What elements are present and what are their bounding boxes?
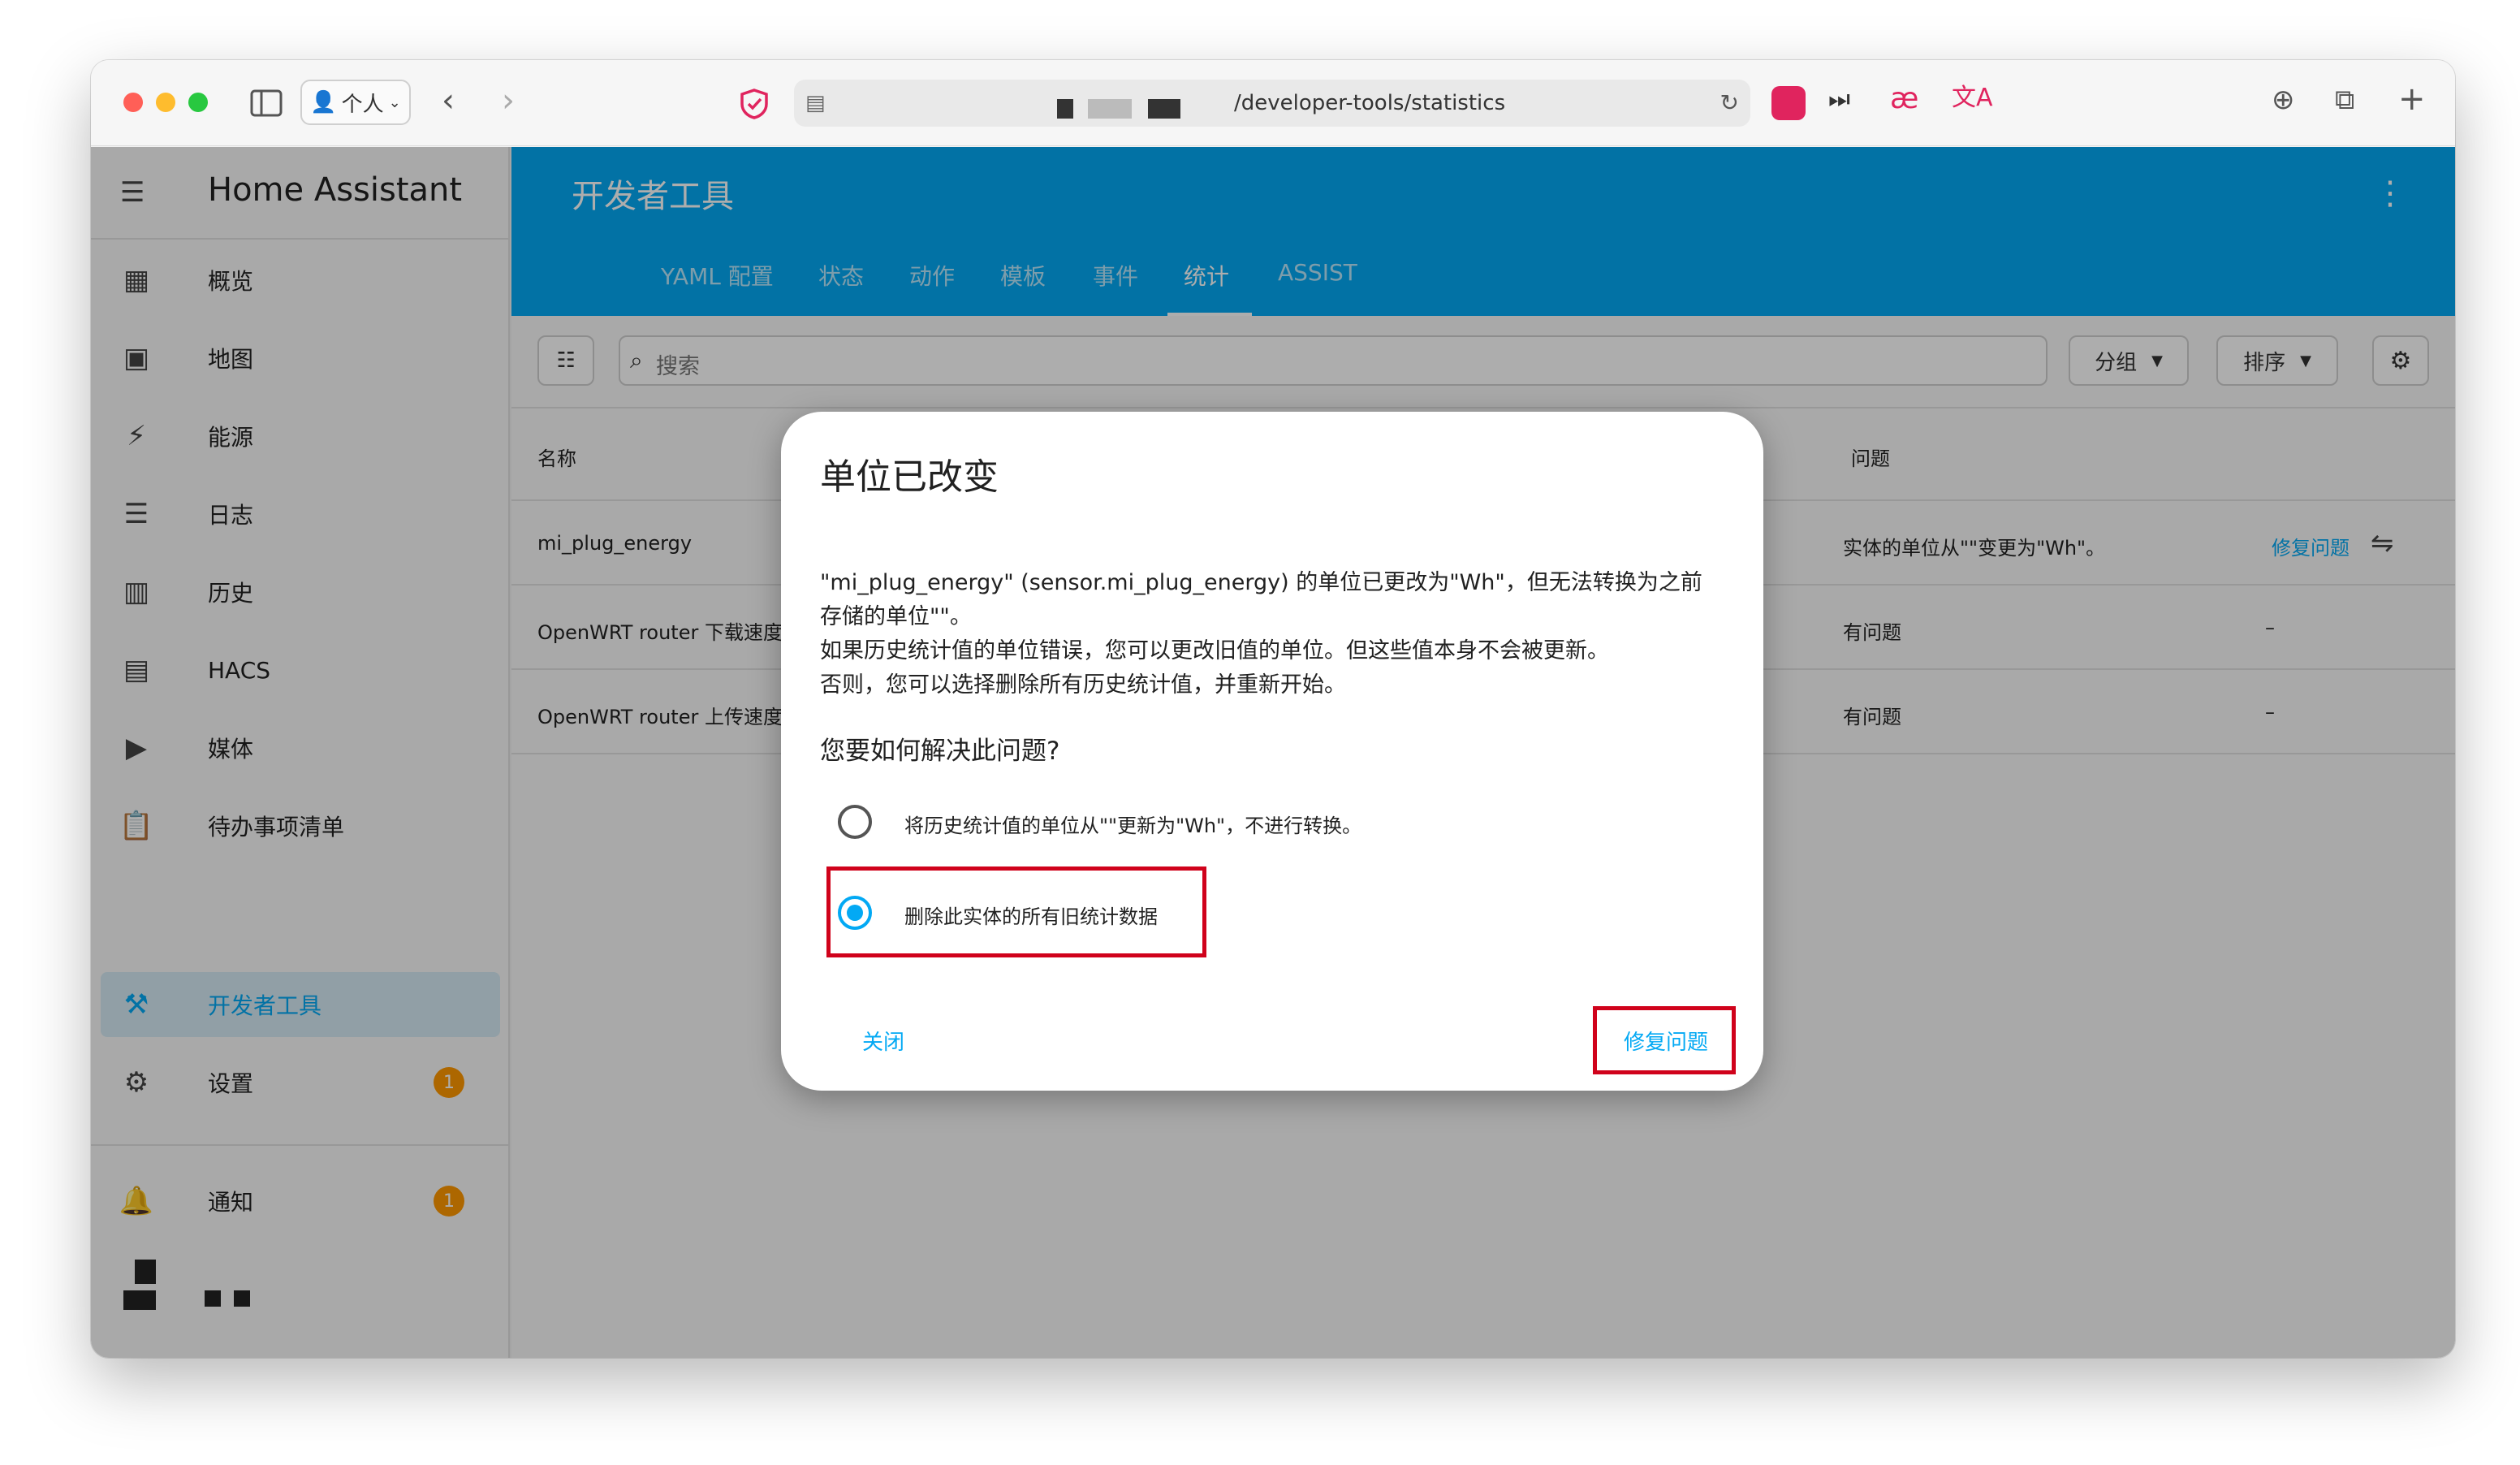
url-text: /developer-tools/statistics <box>1234 91 1506 115</box>
option-delete-statistics-radio[interactable] <box>838 896 872 930</box>
dialog-text-line: 如果历史统计值的单位错误，您可以更改旧值的单位。但这些值本身不会被更新。 <box>820 638 1609 663</box>
reload-icon[interactable]: ↻ <box>1720 89 1739 116</box>
dialog-question: 您要如何解决此问题? <box>820 737 1060 766</box>
redacted-block <box>1148 99 1180 119</box>
option-update-unit-radio[interactable] <box>838 805 872 839</box>
sidebar-toggle-icon[interactable] <box>250 89 283 121</box>
browser-toolbar: 👤 个人 ⌄ ‹ › ▤ /developer-tools/statistics… <box>91 60 2455 146</box>
translate-icon[interactable]: 文A <box>1952 86 1993 110</box>
close-button[interactable]: 关闭 <box>862 1026 904 1056</box>
fix-issue-button[interactable]: 修复问题 <box>1624 1026 1708 1056</box>
close-window-button[interactable] <box>123 93 143 112</box>
redacted-block <box>1057 99 1073 119</box>
redacted-block <box>1088 99 1132 119</box>
download-icon[interactable]: ⊕ <box>2272 86 2295 114</box>
shield-icon[interactable] <box>739 88 770 124</box>
chevron-down-icon: ⌄ <box>388 93 401 111</box>
dialog-text-line: 存储的单位""。 <box>820 604 972 629</box>
forward-icon[interactable]: › <box>502 84 515 117</box>
person-icon: 👤 <box>310 90 337 115</box>
tabs-overview-icon[interactable]: ⧉ <box>2335 86 2354 114</box>
profile-label: 个人 <box>341 92 384 117</box>
dialog-text-line: 否则，您可以选择删除所有历史统计值，并重新开始。 <box>820 672 1346 698</box>
option-delete-statistics-label[interactable]: 删除此实体的所有旧统计数据 <box>904 901 1158 929</box>
minimize-window-button[interactable] <box>156 93 175 112</box>
dialog-text-line: "mi_plug_energy" (sensor.mi_plug_energy)… <box>820 570 1702 595</box>
page-icon: ▤ <box>805 91 826 115</box>
address-bar[interactable]: ▤ /developer-tools/statistics ↻ <box>794 80 1750 127</box>
ae-extension-icon[interactable]: æ <box>1890 84 1918 114</box>
maximize-window-button[interactable] <box>188 93 208 112</box>
browser-window: 👤 个人 ⌄ ‹ › ▤ /developer-tools/statistics… <box>91 60 2455 1358</box>
extension-icon[interactable] <box>1771 86 1806 120</box>
option-update-unit-label[interactable]: 将历史统计值的单位从""更新为"Wh"，不进行转换。 <box>904 810 1361 838</box>
unit-changed-dialog: 单位已改变 "mi_plug_energy" (sensor.mi_plug_e… <box>781 412 1763 1091</box>
profile-button[interactable]: 👤 个人 ⌄ <box>300 80 411 125</box>
back-icon[interactable]: ‹ <box>442 84 455 117</box>
dialog-title: 单位已改变 <box>820 456 999 498</box>
new-tab-icon[interactable]: + <box>2398 83 2426 115</box>
media-extension-icon[interactable]: ⏭ <box>1828 88 1850 112</box>
